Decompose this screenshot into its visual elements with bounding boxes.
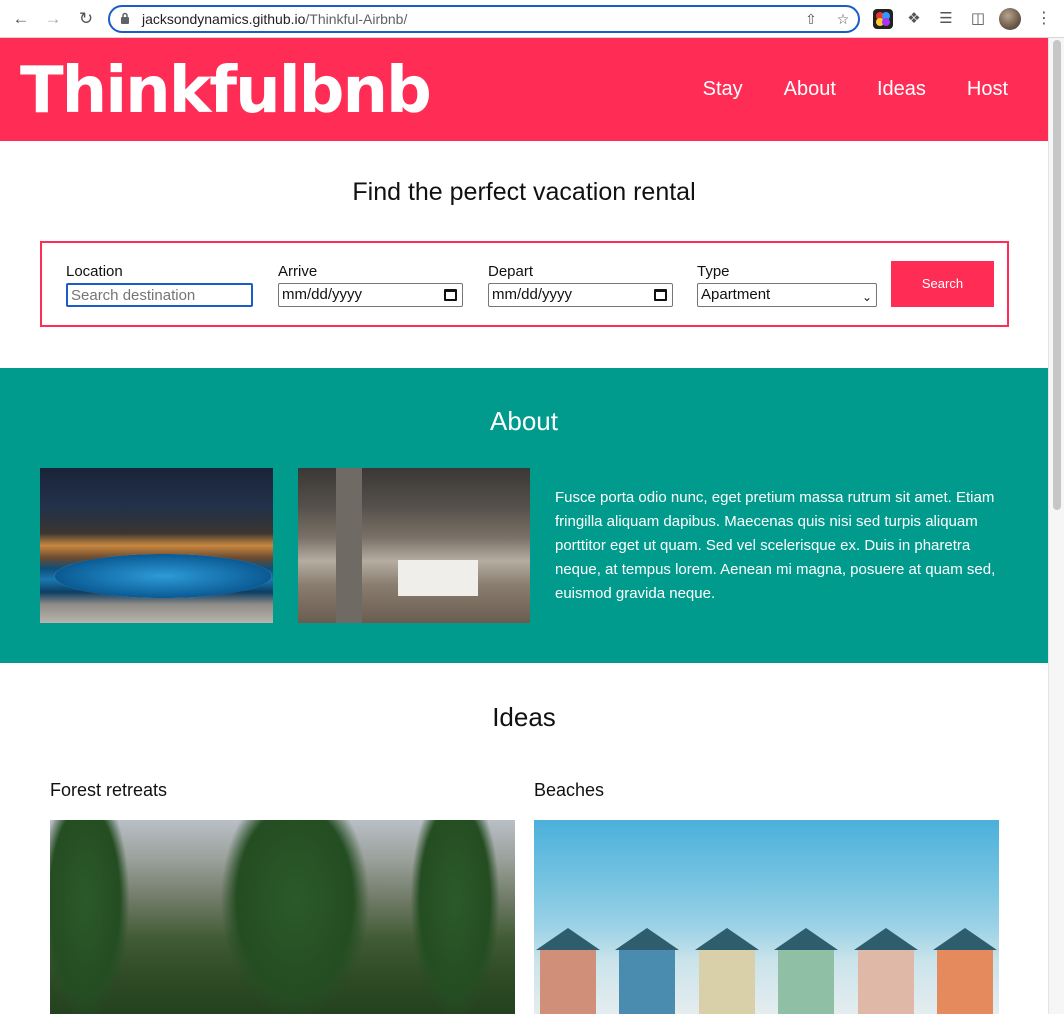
ideas-title: Ideas — [492, 702, 556, 732]
depart-field: Depart mm/dd/yyyy — [488, 263, 673, 307]
arrive-date-input[interactable]: mm/dd/yyyy — [278, 283, 463, 307]
location-field: Location Search destination — [66, 263, 253, 307]
browser-toolbar: ← → ↻ jacksondynamics.github.io/Thinkful… — [0, 0, 1064, 38]
address-bar[interactable]: jacksondynamics.github.io/Thinkful-Airbn… — [108, 5, 860, 33]
chevron-down-icon: ⌄ — [861, 290, 872, 304]
villa-pool-photo — [40, 468, 273, 623]
arrive-label: Arrive — [278, 263, 318, 280]
share-icon[interactable]: ⇧ — [802, 11, 820, 28]
nav-ideas[interactable]: Ideas — [877, 76, 926, 102]
url-text: jacksondynamics.github.io/Thinkful-Airbn… — [142, 11, 408, 27]
extension-icon[interactable] — [873, 9, 893, 29]
location-input[interactable]: Search destination — [66, 283, 253, 307]
nav-about[interactable]: About — [784, 76, 836, 102]
idea-caption-forest: Forest retreats — [50, 780, 168, 800]
search-button[interactable]: Search — [891, 261, 994, 307]
media-control-icon[interactable]: ☰ — [936, 9, 956, 29]
reload-icon[interactable]: ↻ — [75, 8, 97, 30]
scrollbar-thumb[interactable] — [1053, 40, 1061, 510]
forest-photo[interactable] — [50, 820, 515, 1014]
bookmark-star-icon[interactable]: ☆ — [834, 11, 852, 28]
nav-stay[interactable]: Stay — [703, 76, 743, 102]
search-form: Location Search destination Arrive mm/dd… — [40, 241, 1009, 327]
kebab-menu-icon[interactable]: ⋮ — [1036, 8, 1052, 30]
back-icon[interactable]: ← — [10, 8, 32, 30]
type-select[interactable]: Apartment ⌄ — [697, 283, 877, 307]
profile-avatar[interactable] — [999, 8, 1021, 30]
type-field: Type Apartment ⌄ — [697, 263, 877, 307]
about-text: Fusce porta odio nunc, eget pretium mass… — [555, 489, 996, 602]
depart-label: Depart — [488, 263, 534, 280]
calendar-icon[interactable] — [444, 289, 457, 301]
scrollbar[interactable] — [1048, 38, 1064, 1014]
forward-icon[interactable]: → — [42, 8, 64, 30]
main-nav: Stay About Ideas Host — [662, 76, 1008, 102]
arrive-field: Arrive mm/dd/yyyy — [278, 263, 463, 307]
location-label: Location — [66, 263, 123, 280]
type-label: Type — [697, 263, 730, 280]
loft-bedroom-photo — [298, 468, 530, 623]
about-title: About — [490, 406, 558, 436]
site-logo[interactable]: Thinkfulbnb — [20, 54, 432, 128]
site-header: Thinkfulbnb Stay About Ideas Host — [0, 38, 1048, 141]
beach-houses-photo[interactable] — [534, 820, 999, 1014]
web-page: Thinkfulbnb Stay About Ideas Host Find t… — [0, 38, 1048, 1014]
about-section: About Fusce porta odio nunc, eget pretiu… — [0, 368, 1048, 663]
search-title: Find the perfect vacation rental — [352, 178, 696, 206]
nav-host[interactable]: Host — [967, 76, 1008, 102]
extensions-puzzle-icon[interactable]: ❖ — [904, 9, 924, 29]
depart-date-input[interactable]: mm/dd/yyyy — [488, 283, 673, 307]
idea-caption-beaches: Beaches — [534, 780, 605, 800]
lock-icon — [121, 12, 129, 24]
calendar-icon[interactable] — [654, 289, 667, 301]
side-panel-icon[interactable]: ◫ — [968, 9, 988, 29]
